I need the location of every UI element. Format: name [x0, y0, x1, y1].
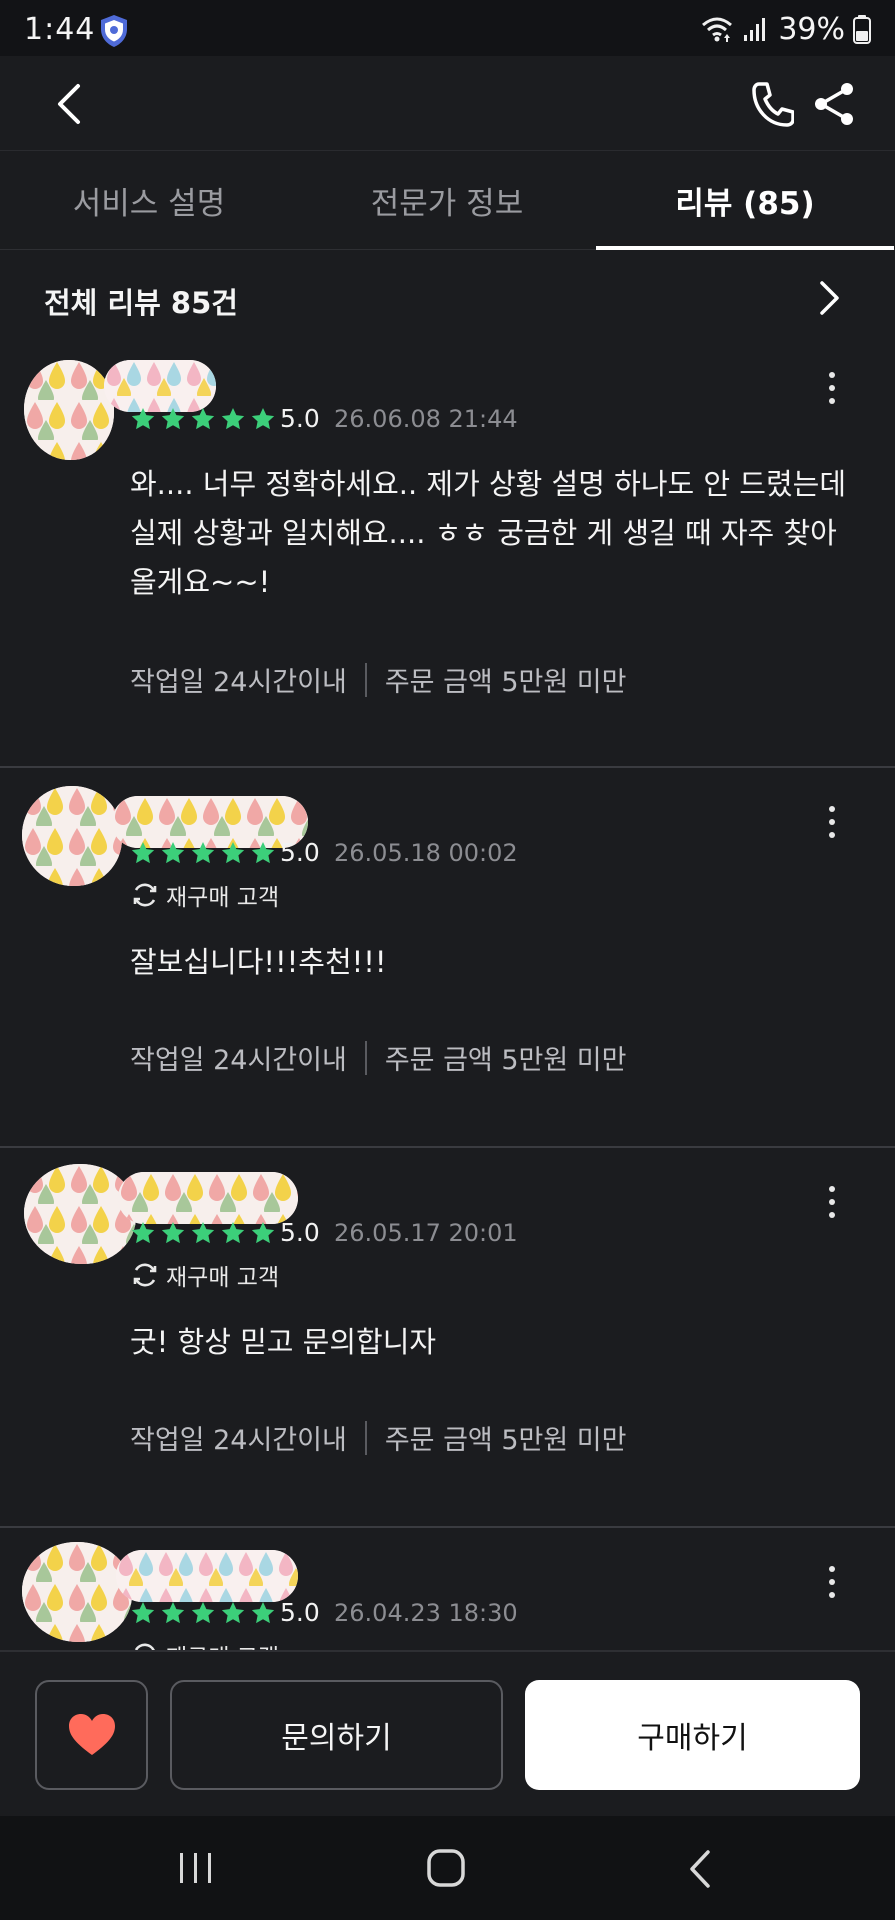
inquire-button[interactable]: 문의하기	[170, 1680, 503, 1790]
reviewer-avatar	[24, 1164, 136, 1264]
rating-stars	[130, 1220, 276, 1246]
tab-reviews[interactable]: 리뷰 (85)	[596, 151, 894, 250]
rating-stars	[130, 1600, 276, 1626]
repurchase-icon	[134, 1643, 155, 1650]
tab-expert-info[interactable]: 전문가 정보	[298, 151, 596, 249]
repurchase-badge: 재구매 고객	[130, 1638, 279, 1650]
star-icon	[130, 840, 156, 866]
share-icon[interactable]	[812, 80, 856, 128]
meta-divider	[364, 1420, 367, 1455]
star-icon	[130, 1220, 156, 1246]
top-app-bar	[0, 56, 895, 150]
star-icon	[160, 1220, 186, 1246]
star-icon	[130, 406, 156, 432]
security-shield-icon	[101, 15, 127, 47]
repurchase-label: 재구매 고객	[166, 1265, 280, 1291]
reviews-count-title: 전체 리뷰 85건	[44, 286, 238, 320]
meta-divider	[364, 1040, 367, 1075]
star-icon	[220, 406, 246, 432]
purchase-button[interactable]: 구매하기	[525, 1680, 860, 1790]
battery-icon	[853, 15, 871, 44]
star-icon	[220, 1600, 246, 1626]
meta-divider	[364, 662, 367, 697]
status-bar: 1:44 39%	[0, 0, 895, 56]
more-vertical-icon[interactable]	[820, 368, 844, 408]
rating-value: 5.0	[280, 1598, 320, 1627]
star-icon	[220, 840, 246, 866]
order-amount: 주문 금액 5만원 미만	[384, 1045, 627, 1076]
chevron-right-icon	[820, 281, 839, 315]
review-item: 5.0 26.04.23 18:30 재구매 고객	[0, 1528, 895, 1650]
star-icon	[190, 1220, 216, 1246]
reviewer-avatar	[24, 360, 114, 460]
star-icon	[250, 840, 276, 866]
back-icon[interactable]	[50, 82, 90, 126]
star-icon	[250, 1220, 276, 1246]
star-icon	[190, 1600, 216, 1626]
phone-icon[interactable]	[750, 80, 794, 128]
review-date: 26.05.18 00:02	[334, 839, 518, 867]
wifi-icon	[702, 17, 733, 42]
review-text: 굿! 항상 믿고 문의합니자	[130, 1325, 437, 1359]
rating-value: 5.0	[280, 838, 320, 867]
more-vertical-icon[interactable]	[820, 802, 844, 842]
repurchase-label: 재구매 고객	[166, 1638, 279, 1650]
star-icon	[190, 406, 216, 432]
review-meta: 작업일 24시간이내 주문 금액 5만원 미만	[130, 1038, 626, 1077]
all-reviews-link[interactable]: 전체 리뷰 85건	[0, 250, 895, 350]
rating-value: 5.0	[280, 404, 320, 433]
battery-percent: 39%	[778, 11, 845, 47]
system-nav-bar	[0, 1816, 895, 1920]
star-icon	[220, 1220, 246, 1246]
star-icon	[160, 1600, 186, 1626]
review-date: 26.06.08 21:44	[334, 405, 518, 433]
repurchase-badge: 재구매 고객	[130, 878, 279, 912]
review-meta: 작업일 24시간이내 주문 금액 5만원 미만	[130, 660, 626, 699]
review-text: 와.... 너무 정확하세요.. 제가 상황 설명 하나도 안 드렸는데 실제 …	[130, 467, 847, 599]
review-item: 5.0 26.05.17 20:01 재구매 고객 굿! 항상 믿고 문의합니자…	[0, 1148, 895, 1528]
reviewer-avatar	[22, 1542, 132, 1642]
repurchase-label: 재구매 고객	[166, 885, 280, 911]
review-text: 잘보십니다!!!추천!!!	[130, 945, 387, 979]
rating-value: 5.0	[280, 1218, 320, 1247]
reviewer-name-blurred	[116, 1550, 298, 1602]
bottom-action-bar: 문의하기 구매하기	[0, 1650, 895, 1816]
home-icon[interactable]	[426, 1848, 466, 1888]
wishlist-button[interactable]	[35, 1680, 148, 1790]
review-date: 26.05.17 20:01	[334, 1219, 518, 1247]
star-icon	[160, 840, 186, 866]
heart-icon	[68, 1714, 115, 1755]
repurchase-icon	[133, 1263, 157, 1287]
reviewer-name-blurred	[118, 1172, 298, 1224]
rating-stars	[130, 840, 276, 866]
star-icon	[250, 406, 276, 432]
review-meta: 작업일 24시간이내 주문 금액 5만원 미만	[130, 1418, 626, 1457]
review-item: 5.0 26.06.08 21:44 와.... 너무 정확하세요.. 제가 상…	[0, 350, 895, 768]
star-icon	[190, 840, 216, 866]
recent-apps-icon[interactable]	[176, 1850, 216, 1886]
repurchase-badge: 재구매 고객	[130, 1258, 279, 1292]
reviewer-avatar	[22, 786, 122, 886]
work-period: 작업일 24시간이내	[130, 1425, 347, 1456]
star-icon	[250, 1600, 276, 1626]
status-time: 1:44	[24, 12, 96, 47]
more-vertical-icon[interactable]	[820, 1182, 844, 1222]
repurchase-icon	[133, 883, 157, 907]
reviewer-name-blurred	[104, 360, 216, 412]
order-amount: 주문 금액 5만원 미만	[384, 1425, 627, 1456]
work-period: 작업일 24시간이내	[130, 1045, 347, 1076]
tab-service-description[interactable]: 서비스 설명	[0, 151, 298, 249]
review-date: 26.04.23 18:30	[334, 1599, 518, 1627]
star-icon	[130, 1600, 156, 1626]
review-item: 5.0 26.05.18 00:02 재구매 고객 잘보십니다!!!추천!!! …	[0, 768, 895, 1148]
work-period: 작업일 24시간이내	[130, 667, 347, 698]
nav-back-icon[interactable]	[682, 1848, 718, 1890]
tab-bar: 서비스 설명 전문가 정보 리뷰 (85)	[0, 150, 895, 250]
rating-stars	[130, 406, 276, 432]
more-vertical-icon[interactable]	[820, 1562, 844, 1602]
signal-icon	[744, 18, 766, 41]
order-amount: 주문 금액 5만원 미만	[384, 667, 627, 698]
star-icon	[160, 406, 186, 432]
